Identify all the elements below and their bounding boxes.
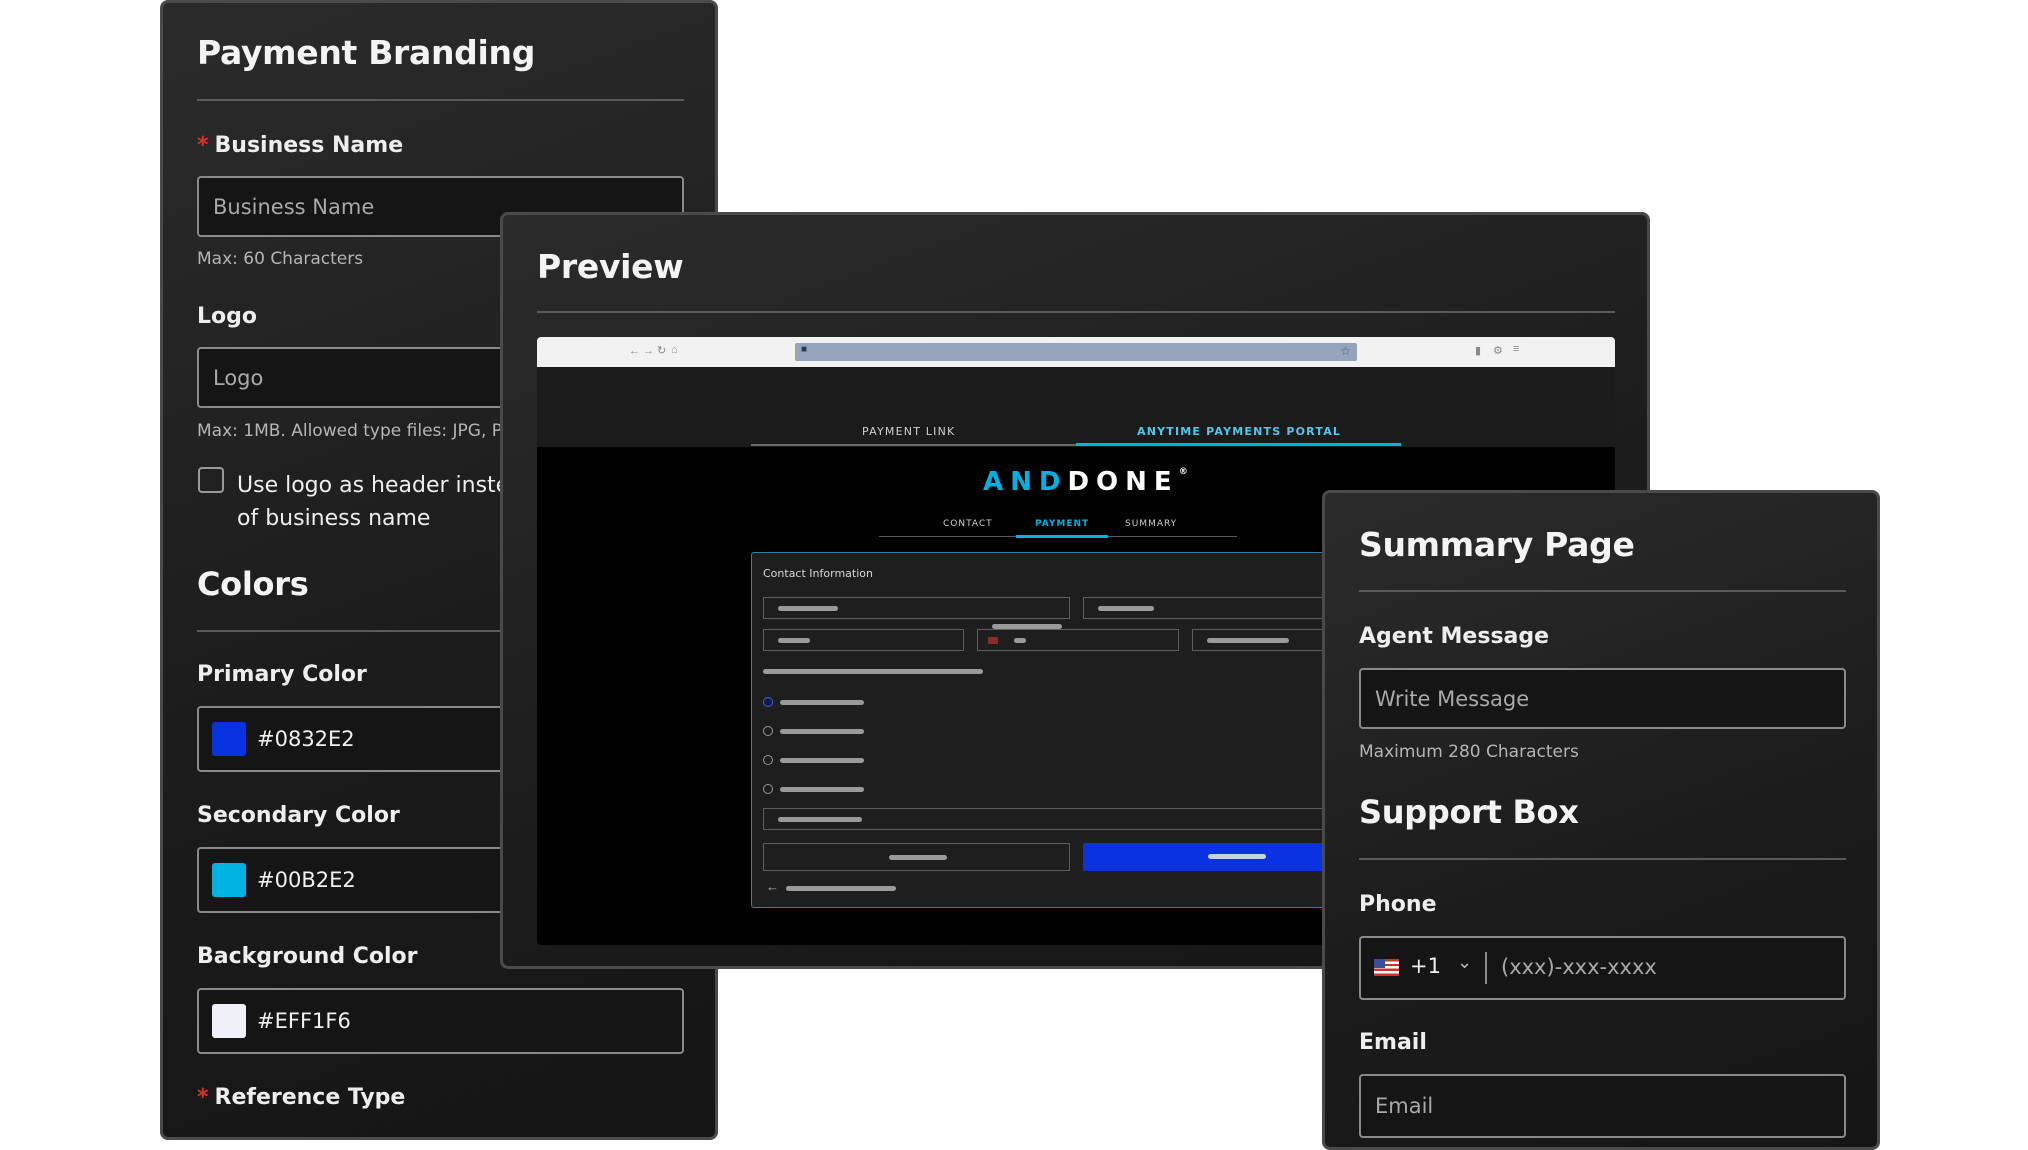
phone-placeholder: (xxx)-xxx-xxxx	[1501, 955, 1657, 979]
primary-color-swatch[interactable]	[212, 722, 246, 756]
step-payment[interactable]: PAYMENT	[1035, 519, 1089, 529]
secondary-color-value: #00B2E2	[257, 868, 356, 892]
back-button-mini[interactable]	[763, 843, 1070, 871]
phone-divider	[1485, 952, 1487, 984]
menu-icon[interactable]: ≡	[1513, 343, 1519, 355]
browser-toolbar: ← → ↻ ⌂ ■ ☆ ▮ ⚙ ≡	[537, 337, 1615, 367]
reference-type-label: * Reference Type	[197, 1085, 406, 1110]
step-contact[interactable]: CONTACT	[943, 519, 993, 529]
us-flag-icon	[1374, 959, 1399, 976]
logo-hint: Max: 1MB. Allowed type files: JPG, P	[197, 421, 503, 441]
star-icon[interactable]: ☆	[1340, 344, 1351, 358]
reload-icon[interactable]: ↻	[657, 344, 666, 357]
required-asterisk: *	[197, 1085, 209, 1110]
primary-color-label: Primary Color	[197, 662, 367, 687]
colors-heading: Colors	[197, 565, 309, 603]
contact-form-card: Contact Information ←	[751, 552, 1383, 908]
radio-option-3[interactable]	[763, 755, 773, 765]
support-box-heading: Support Box	[1359, 793, 1579, 831]
portal-tabs-header	[537, 367, 1615, 447]
first-name-field[interactable]	[763, 597, 1070, 619]
home-icon[interactable]: ⌂	[671, 344, 678, 356]
anddone-logo: ANDDONE®	[983, 467, 1188, 497]
back-icon[interactable]: ←	[629, 345, 640, 357]
background-color-value: #EFF1F6	[257, 1009, 351, 1033]
lock-icon: ■	[801, 344, 808, 355]
logo-label: Logo	[197, 304, 257, 329]
business-name-placeholder: Business Name	[213, 194, 375, 219]
title-divider	[197, 99, 684, 101]
address-bar[interactable]: ■ ☆	[795, 343, 1357, 361]
secondary-color-label: Secondary Color	[197, 803, 400, 828]
business-name-label: * Business Name	[197, 133, 404, 158]
tab-active-underline	[1076, 443, 1401, 446]
email-label: Email	[1359, 1030, 1427, 1055]
phone-label: Phone	[1359, 892, 1437, 917]
preview-title: Preview	[537, 247, 684, 286]
bookmark-icon[interactable]: ▮	[1475, 344, 1481, 357]
radio-option-1[interactable]	[763, 697, 773, 707]
email-field[interactable]	[763, 629, 964, 651]
step-summary[interactable]: SUMMARY	[1125, 519, 1177, 529]
agent-message-input[interactable]: Write Message	[1359, 668, 1846, 729]
agent-message-placeholder: Write Message	[1375, 686, 1530, 711]
email-placeholder: Email	[1375, 1094, 1434, 1118]
logo-placeholder: Logo	[213, 365, 264, 390]
country-selector[interactable]: +1 ⌄	[1361, 938, 1485, 998]
chevron-down-icon: ⌄	[1457, 952, 1473, 972]
tab-underline	[751, 444, 1076, 446]
summary-page-panel: Summary Page Agent Message Write Message…	[1322, 490, 1880, 1150]
contact-information-title: Contact Information	[763, 567, 873, 580]
preview-divider	[537, 311, 1615, 313]
radio-option-2[interactable]	[763, 726, 773, 736]
background-color-swatch[interactable]	[212, 1004, 246, 1038]
background-color-label: Background Color	[197, 944, 418, 969]
phone-field[interactable]	[977, 624, 1179, 651]
required-asterisk: *	[197, 133, 209, 158]
settings-icon[interactable]: ⚙	[1493, 344, 1503, 357]
reference-field[interactable]	[763, 808, 1383, 830]
steps-active-underline	[1016, 535, 1108, 538]
country-code: +1	[1410, 954, 1441, 978]
summary-page-title: Summary Page	[1359, 525, 1635, 564]
agent-message-label: Agent Message	[1359, 624, 1550, 649]
tab-anytime-payments-portal[interactable]: ANYTIME PAYMENTS PORTAL	[1137, 425, 1341, 438]
payment-method-heading	[763, 669, 983, 674]
summary-divider	[1359, 590, 1846, 592]
use-logo-checkbox[interactable]	[198, 467, 224, 493]
forward-icon[interactable]: →	[643, 345, 654, 357]
tab-payment-link[interactable]: PAYMENT LINK	[862, 425, 955, 438]
support-box-divider	[1359, 858, 1846, 860]
phone-input[interactable]: +1 ⌄ (xxx)-xxx-xxxx	[1359, 936, 1846, 1000]
agent-message-hint: Maximum 280 Characters	[1359, 742, 1579, 762]
radio-option-4[interactable]	[763, 784, 773, 794]
background-color-input[interactable]: #EFF1F6	[197, 988, 684, 1054]
secondary-color-swatch[interactable]	[212, 863, 246, 897]
email-input[interactable]: Email	[1359, 1074, 1846, 1138]
back-arrow-icon[interactable]: ←	[766, 879, 779, 894]
payment-branding-title: Payment Branding	[197, 33, 536, 72]
primary-color-value: #0832E2	[257, 727, 355, 751]
business-name-hint: Max: 60 Characters	[197, 249, 364, 269]
